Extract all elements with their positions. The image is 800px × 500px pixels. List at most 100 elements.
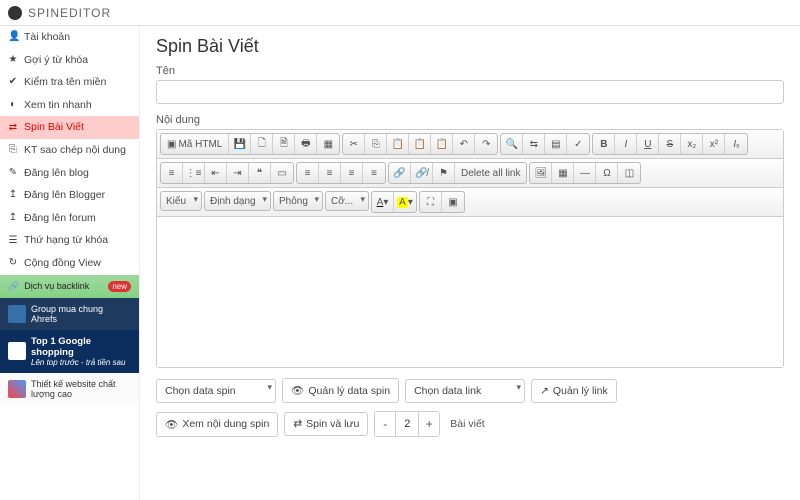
sidebar-item-label: Kiểm tra tên miền <box>24 76 106 89</box>
qty-value: 2 <box>395 412 419 436</box>
underline-icon[interactable]: U <box>637 134 659 154</box>
link-data-select[interactable]: Chọn data link <box>405 379 525 403</box>
numbered-list-icon[interactable]: ≡ <box>161 163 183 183</box>
div-icon[interactable]: ▭ <box>271 163 293 183</box>
size-select[interactable]: Cỡ... <box>325 191 369 211</box>
text-color-icon[interactable]: A▾ <box>372 192 394 212</box>
outdent-icon[interactable]: ⇤ <box>205 163 227 183</box>
copy-icon[interactable]: ⎘ <box>365 134 387 154</box>
sidebar-item-label: Gợi ý từ khóa <box>24 54 88 67</box>
unlink-icon[interactable]: 🔗̸ <box>411 163 433 183</box>
view-spin-button[interactable]: 👁 Xem nội dung spin <box>156 412 278 437</box>
spellcheck-icon[interactable]: ✓ <box>567 134 589 154</box>
controls-row-1: Chọn data spin 👁 Quản lý data spin Chọn … <box>156 378 784 403</box>
sidebar-web-design[interactable]: Thiết kế website chất lượng cao <box>0 373 139 405</box>
sidebar-item-8[interactable]: ↥Đăng lên forum <box>0 207 139 230</box>
new-page-icon[interactable]: 🗋 <box>251 134 273 154</box>
sidebar-google-shopping[interactable]: Top 1 Google shoppingLên top trước - trả… <box>0 330 139 373</box>
sidebar-item-label: Xem tin nhanh <box>24 99 92 112</box>
redo-icon[interactable]: ↷ <box>475 134 497 154</box>
format-select[interactable]: Định dạng <box>204 191 271 211</box>
anchor-icon[interactable]: ⚑ <box>433 163 455 183</box>
delete-all-link-button[interactable]: Delete all link <box>455 163 526 183</box>
sidebar-icon: 👤 <box>8 31 18 43</box>
align-center-icon[interactable]: ≡ <box>319 163 341 183</box>
qty-plus-button[interactable]: + <box>419 412 439 436</box>
controls-row-2: 👁 Xem nội dung spin ⇄ Spin và lưu - 2 + … <box>156 411 784 437</box>
sidebar-item-0[interactable]: 👤 Tài khoản <box>0 26 139 49</box>
sidebar-item-label: Đăng lên forum <box>24 212 96 225</box>
sidebar-icon: ◐ <box>8 99 18 111</box>
undo-icon[interactable]: ↶ <box>453 134 475 154</box>
maximize-icon[interactable]: ⛶ <box>420 192 442 212</box>
align-justify-icon[interactable]: ≡ <box>363 163 385 183</box>
manage-link-button[interactable]: ↗ Quản lý link <box>531 379 617 403</box>
align-left-icon[interactable]: ≡ <box>297 163 319 183</box>
paste-word-icon[interactable]: 📋 <box>431 134 453 154</box>
sidebar-item-6[interactable]: ✎Đăng lên blog <box>0 162 139 185</box>
align-right-icon[interactable]: ≡ <box>341 163 363 183</box>
source-html-button[interactable]: ▣ Mã HTML <box>161 134 229 154</box>
qty-minus-button[interactable]: - <box>375 412 395 436</box>
paste-icon[interactable]: 📋 <box>387 134 409 154</box>
sidebar-icon: ✔ <box>8 76 18 88</box>
table-icon[interactable]: ▦ <box>552 163 574 183</box>
bg-color-icon[interactable]: A▾ <box>394 192 416 212</box>
sidebar-item-label: KT sao chép nội dung <box>24 144 126 157</box>
find-icon[interactable]: 🔍 <box>501 134 523 154</box>
sidebar-item-2[interactable]: ✔ Kiểm tra tên miền <box>0 71 139 94</box>
replace-icon[interactable]: ⇆ <box>523 134 545 154</box>
iframe-icon[interactable]: ◫ <box>618 163 640 183</box>
sidebar-item-label: Cộng đồng View <box>24 257 101 270</box>
print-icon[interactable]: 🖶 <box>295 134 317 154</box>
sidebar-item-7[interactable]: ↥Đăng lên Blogger <box>0 184 139 207</box>
paste-text-icon[interactable]: 📋 <box>409 134 431 154</box>
special-char-icon[interactable]: Ω <box>596 163 618 183</box>
toolbar-row-3: Kiểu Định dạng Phông Cỡ... A▾ A▾ ⛶ ▣ <box>157 188 783 217</box>
sidebar-ahrefs[interactable]: Group mua chung Ahrefs <box>0 298 139 330</box>
sidebar-item-9[interactable]: ☰Thứ hạng từ khóa <box>0 229 139 252</box>
save-icon[interactable]: 💾 <box>229 134 251 154</box>
manage-spin-button[interactable]: 👁 Quản lý data spin <box>282 378 399 403</box>
sidebar-item-3[interactable]: ◐ Xem tin nhanh <box>0 94 139 117</box>
sidebar-item-4[interactable]: ⇄Spin Bài Viết <box>0 116 139 139</box>
subscript-icon[interactable]: x₂ <box>681 134 703 154</box>
blockquote-icon[interactable]: ❝ <box>249 163 271 183</box>
quantity-stepper: - 2 + <box>374 411 440 437</box>
link-icon[interactable]: 🔗 <box>389 163 411 183</box>
spin-data-select[interactable]: Chọn data spin <box>156 379 276 403</box>
app-header: SPINEDITOR <box>0 0 800 26</box>
sidebar-item-10[interactable]: ↻Cộng đồng View <box>0 252 139 275</box>
style-select[interactable]: Kiểu <box>160 191 202 211</box>
preview-icon[interactable]: 🗎 <box>273 134 295 154</box>
show-blocks-icon[interactable]: ▣ <box>442 192 464 212</box>
name-label: Tên <box>156 65 784 77</box>
image-icon[interactable]: 🖼 <box>530 163 552 183</box>
brand-name: SPINEDITOR <box>28 6 111 20</box>
toolbar-row-2: ≡ ⋮≡ ⇤ ⇥ ❝ ▭ ≡ ≡ ≡ ≡ 🔗 🔗̸ ⚑ Dele <box>157 159 783 188</box>
strike-icon[interactable]: S <box>659 134 681 154</box>
sidebar-icon: ☰ <box>8 235 18 247</box>
select-all-icon[interactable]: ▤ <box>545 134 567 154</box>
template-icon[interactable]: ▦ <box>317 134 339 154</box>
font-select[interactable]: Phông <box>273 191 323 211</box>
sidebar-backlink[interactable]: 🔗Dịch vụ backlinknew <box>0 275 139 298</box>
sidebar-item-label: Đăng lên Blogger <box>24 189 105 202</box>
editor-content-area[interactable] <box>157 217 783 367</box>
hr-icon[interactable]: — <box>574 163 596 183</box>
bold-icon[interactable]: B <box>593 134 615 154</box>
name-input[interactable] <box>156 80 784 104</box>
superscript-icon[interactable]: x² <box>703 134 725 154</box>
sidebar-item-5[interactable]: ⎘KT sao chép nội dung <box>0 139 139 162</box>
spin-save-button[interactable]: ⇄ Spin và lưu <box>284 412 368 436</box>
indent-icon[interactable]: ⇥ <box>227 163 249 183</box>
sidebar-icon: ⇄ <box>8 122 18 134</box>
bullet-list-icon[interactable]: ⋮≡ <box>183 163 205 183</box>
cut-icon[interactable]: ✂ <box>343 134 365 154</box>
google-icon <box>8 342 26 360</box>
italic-icon[interactable]: I <box>615 134 637 154</box>
sidebar-item-label: Tài khoản <box>24 31 70 44</box>
posts-label: Bài viết <box>446 418 488 430</box>
sidebar-item-1[interactable]: ★Gợi ý từ khóa <box>0 49 139 72</box>
remove-format-icon[interactable]: Iₓ <box>725 134 747 154</box>
